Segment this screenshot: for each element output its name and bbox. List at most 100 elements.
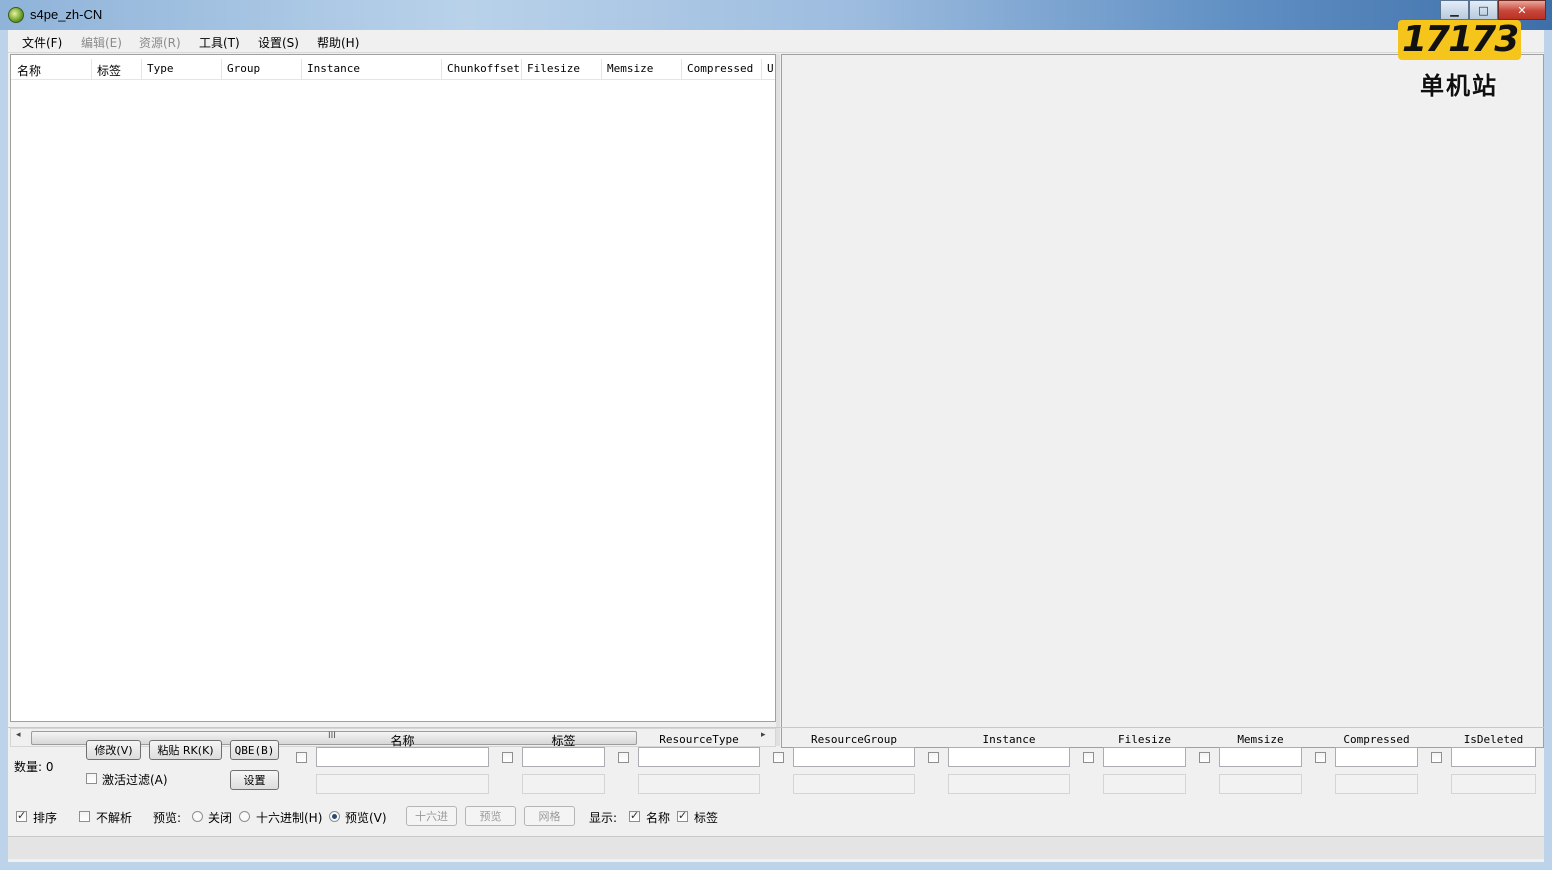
caption-buttons: ▁ □ ✕	[1440, 0, 1546, 20]
column-divider[interactable]	[601, 59, 602, 79]
filter-enable-resource-type-checkbox[interactable]	[618, 752, 629, 763]
filter-title-compressed: Compressed	[1343, 733, 1410, 746]
filter-panel: 数量: 0 修改(V) 粘贴 RK(K) QBE(B) 激活过滤(A) 设置 名…	[8, 727, 1544, 832]
filter-enable-tag-checkbox[interactable]	[502, 752, 513, 763]
column-divider[interactable]	[91, 59, 92, 79]
no-parse-checkbox[interactable]	[79, 811, 90, 822]
filter-filesize-input[interactable]	[1103, 747, 1186, 767]
column-divider[interactable]	[141, 59, 142, 79]
column-divider[interactable]	[521, 59, 522, 79]
filter-memsize-input[interactable]	[1219, 747, 1302, 767]
filter-settings-button[interactable]: 设置	[230, 770, 279, 790]
activate-filter-label: 激活过滤(A)	[102, 773, 168, 787]
preview-button[interactable]: 预览	[465, 806, 516, 826]
filter-resource-group-mask	[793, 774, 915, 794]
column-header-truncated[interactable]: U	[767, 62, 775, 75]
window-title: s4pe_zh-CN	[30, 7, 103, 22]
column-header-chunkoffset[interactable]: Chunkoffset	[447, 62, 520, 75]
app-icon	[8, 7, 24, 23]
filter-memsize-mask	[1219, 774, 1302, 794]
column-divider[interactable]	[761, 59, 762, 79]
column-divider[interactable]	[681, 59, 682, 79]
filter-tag-mask	[522, 774, 605, 794]
modify-button[interactable]: 修改(V)	[86, 740, 141, 760]
grid-button[interactable]: 网格	[524, 806, 575, 826]
preview-mode-radio[interactable]	[329, 811, 340, 822]
preview-hex-label: 十六进制(H)	[256, 811, 323, 825]
column-header-memsize[interactable]: Memsize	[607, 62, 653, 75]
filter-title-is-deleted: IsDeleted	[1463, 733, 1524, 746]
filter-title-resource-group: ResourceGroup	[810, 733, 898, 746]
show-tag-checkbox[interactable]	[677, 809, 688, 822]
filter-resource-type-input[interactable]	[638, 747, 760, 767]
column-header-filesize[interactable]: Filesize	[527, 62, 580, 75]
filter-instance-input[interactable]	[948, 747, 1070, 767]
filter-enable-name-checkbox[interactable]	[296, 752, 307, 763]
sort-checkbox[interactable]	[16, 809, 27, 822]
preview-off-label: 关闭	[208, 811, 233, 825]
close-button[interactable]: ✕	[1498, 0, 1546, 20]
maximize-button[interactable]: □	[1469, 0, 1498, 20]
status-bar	[8, 836, 1544, 859]
filter-resource-type-mask	[638, 774, 760, 794]
count-label: 数量: 0	[14, 760, 54, 774]
hex-view-button[interactable]: 十六进	[406, 806, 457, 826]
preview-hex-radio[interactable]	[239, 811, 250, 822]
filter-compressed-input[interactable]	[1335, 747, 1418, 767]
filter-enable-filesize-checkbox[interactable]	[1083, 752, 1094, 763]
filter-filesize-mask	[1103, 774, 1186, 794]
filter-tag-input[interactable]	[522, 747, 605, 767]
filter-title-memsize: Memsize	[1237, 733, 1284, 746]
column-header-tag[interactable]: 标签	[97, 62, 121, 79]
preview-mode-radio-label: 预览(V)	[345, 811, 387, 825]
filter-is-deleted-mask	[1451, 774, 1536, 794]
column-header-name[interactable]: 名称	[17, 62, 41, 79]
filter-enable-memsize-checkbox[interactable]	[1199, 752, 1210, 763]
preview-panel	[781, 54, 1544, 748]
filter-resource-group-input[interactable]	[793, 747, 915, 767]
title-bar[interactable]: s4pe_zh-CN ▁ □ ✕	[0, 0, 1552, 30]
list-header: 名称 标签 Type Group Instance Chunkoffset Fi…	[11, 59, 775, 80]
show-tag-label: 标签	[694, 811, 719, 825]
filter-compressed-mask	[1335, 774, 1418, 794]
filter-name-mask	[316, 774, 489, 794]
column-header-type[interactable]: Type	[147, 62, 174, 75]
column-header-instance[interactable]: Instance	[307, 62, 360, 75]
filter-title-resource-type: ResourceType	[659, 733, 739, 746]
filter-title-filesize: Filesize	[1118, 733, 1171, 746]
activate-filter-checkbox[interactable]	[86, 773, 97, 784]
menu-file[interactable]: 文件(F)	[22, 34, 62, 51]
paste-rk-button[interactable]: 粘贴 RK(K)	[149, 740, 222, 760]
column-divider[interactable]	[301, 59, 302, 79]
menu-settings[interactable]: 设置(S)	[258, 34, 299, 51]
show-name-label: 名称	[646, 811, 671, 825]
logo-subtitle: 单机站	[1420, 72, 1498, 100]
filter-enable-resource-group-checkbox[interactable]	[773, 752, 784, 763]
resource-list[interactable]: 名称 标签 Type Group Instance Chunkoffset Fi…	[10, 54, 776, 722]
column-divider[interactable]	[441, 59, 442, 79]
show-name-checkbox[interactable]	[629, 809, 640, 822]
filter-title-instance: Instance	[982, 733, 1036, 746]
qbe-button[interactable]: QBE(B)	[230, 740, 279, 760]
filter-instance-mask	[948, 774, 1070, 794]
preview-mode-label: 预览:	[153, 811, 182, 825]
panel-splitter[interactable]	[776, 54, 780, 746]
menu-resource[interactable]: 资源(R)	[139, 34, 181, 51]
preview-off-radio[interactable]	[192, 811, 203, 822]
minimize-button[interactable]: ▁	[1440, 0, 1469, 20]
menu-edit[interactable]: 编辑(E)	[81, 34, 122, 51]
no-parse-label: 不解析	[96, 811, 133, 825]
filter-enable-is-deleted-checkbox[interactable]	[1431, 752, 1442, 763]
menu-tools[interactable]: 工具(T)	[199, 34, 240, 51]
menu-help[interactable]: 帮助(H)	[317, 34, 359, 51]
filter-enable-instance-checkbox[interactable]	[928, 752, 939, 763]
column-divider[interactable]	[221, 59, 222, 79]
watermark-logo: 17173 单机站	[1398, 20, 1528, 102]
display-label: 显示:	[589, 811, 618, 825]
column-header-compressed[interactable]: Compressed	[687, 62, 753, 75]
filter-enable-compressed-checkbox[interactable]	[1315, 752, 1326, 763]
column-header-group[interactable]: Group	[227, 62, 260, 75]
filter-is-deleted-input[interactable]	[1451, 747, 1536, 767]
filter-name-input[interactable]	[316, 747, 489, 767]
menu-bar: 文件(F) 编辑(E) 资源(R) 工具(T) 设置(S) 帮助(H)	[8, 30, 1544, 53]
